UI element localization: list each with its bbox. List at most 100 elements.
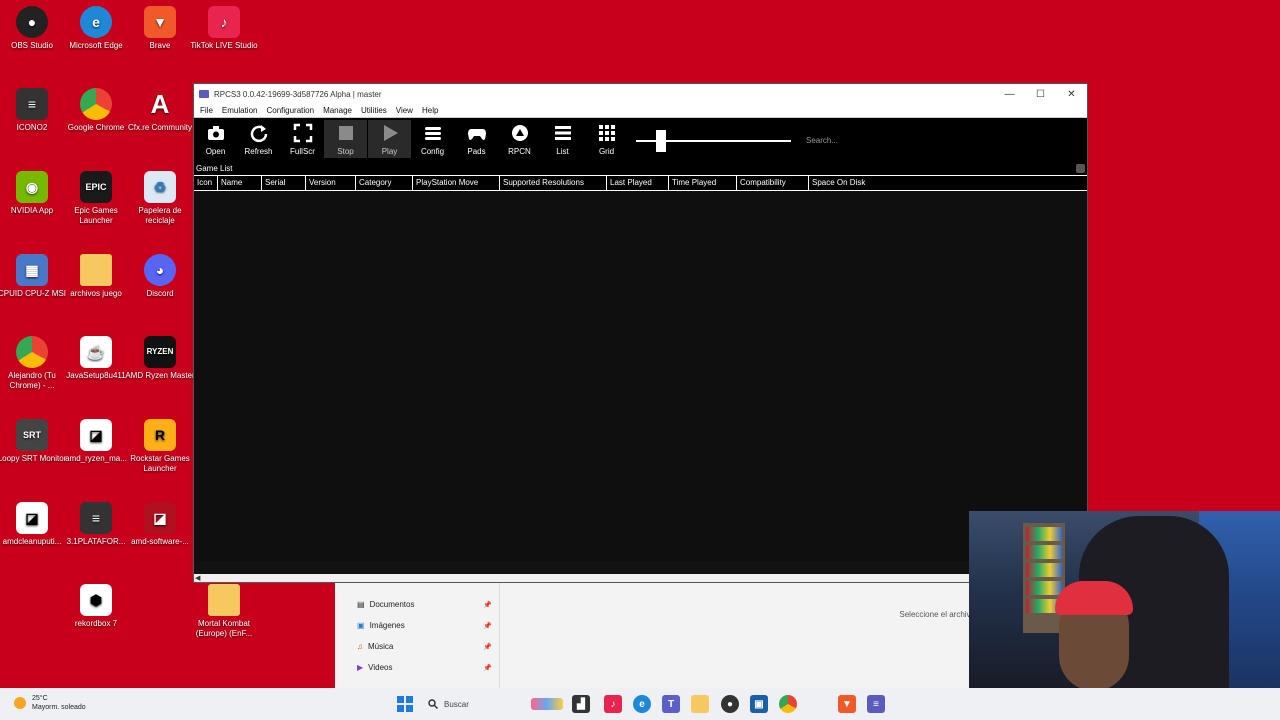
desktop-icon-java[interactable]: ☕ JavaSetup8u411 [61, 336, 131, 381]
menu-view[interactable]: View [393, 106, 419, 115]
pin-icon: 📌 [483, 601, 492, 609]
desktop-icon-chrome-profile[interactable]: Alejandro (Tu Chrome) - ... [0, 336, 67, 391]
desktop-icon-plataforma[interactable]: ≡ 3.1PLATAFOR... [61, 502, 131, 547]
nav-item-imagenes[interactable]: ▣ Imágenes 📌 [357, 621, 492, 630]
config-button[interactable]: Config [411, 120, 454, 158]
taskbar-tiktok[interactable]: ♪ [604, 695, 622, 713]
taskbar-store[interactable]: ▣ [750, 695, 768, 713]
weather-widget[interactable]: 25°C Mayorm. soleado [14, 694, 86, 712]
desktop-icon-label: archivos juego [70, 289, 122, 298]
desktop-icon-edge[interactable]: e Microsoft Edge [61, 6, 131, 51]
zip-folder-icon [208, 584, 240, 616]
desktop-icon-ryzen-master[interactable]: RYZEN AMD Ryzen Master [125, 336, 195, 381]
desktop-icon-icono2[interactable]: ≡ ICONO2 [0, 88, 67, 133]
desktop-icon-mortal-kombat[interactable]: Mortal Kombat (Europe) (EnF... [189, 584, 259, 639]
taskbar-file-explorer[interactable] [691, 695, 709, 713]
pin-icon: 📌 [483, 643, 492, 651]
grid-view-button[interactable]: Grid [585, 120, 628, 158]
stop-button[interactable]: Stop [324, 120, 367, 158]
menu-emulation[interactable]: Emulation [219, 106, 264, 115]
desktop-icon-label: amdcleanuputi... [2, 537, 62, 546]
grid-icon [598, 125, 615, 141]
desktop-icon-amdcleanup[interactable]: ◪ amdcleanuputi... [0, 502, 67, 547]
game-list-body[interactable] [194, 191, 1087, 561]
title-bar[interactable]: RPCS3 0.0.42-19699-3d587726 Alpha | mast… [194, 84, 1087, 104]
play-icon [383, 125, 398, 141]
pads-button[interactable]: Pads [455, 120, 498, 158]
open-button[interactable]: Open [194, 120, 237, 158]
desktop-icon-chrome[interactable]: Google Chrome [61, 88, 131, 133]
taskbar-task-view[interactable]: ▟ [572, 695, 590, 713]
play-button[interactable]: Play [368, 120, 411, 158]
desktop-icon-rockstar[interactable]: R Rockstar Games Launcher [125, 419, 195, 474]
teams-icon: T [667, 698, 675, 710]
list-view-button[interactable]: List [541, 120, 584, 158]
amd-icon: ◪ [16, 502, 48, 534]
scroll-left-icon[interactable]: ◀ [195, 574, 200, 582]
desktop-icon-label: Google Chrome [67, 123, 125, 132]
column-icon[interactable]: Icon [194, 176, 218, 190]
rpcn-label: RPCN [508, 147, 531, 156]
column-name[interactable]: Name [218, 176, 262, 190]
column-supported-resolutions[interactable]: Supported Resolutions [500, 176, 607, 190]
file-explorer-window: ▤ Documentos 📌 ▣ Imágenes 📌 ♫ Música 📌 ▶… [335, 578, 975, 690]
menu-utilities[interactable]: Utilities [358, 106, 393, 115]
desktop-icon-epic[interactable]: EPIC Epic Games Launcher [61, 171, 131, 226]
maximize-icon[interactable]: ☐ [1025, 89, 1056, 100]
menu-manage[interactable]: Manage [320, 106, 358, 115]
taskbar-chrome[interactable] [779, 695, 797, 713]
desktop-icon-folder-archivos[interactable]: archivos juego [61, 254, 131, 299]
nav-item-musica[interactable]: ♫ Música 📌 [357, 642, 492, 651]
column-version[interactable]: Version [306, 176, 356, 190]
taskbar-edge[interactable]: e [633, 695, 651, 713]
taskbar-teams[interactable]: T [662, 695, 680, 713]
taskbar-brave[interactable]: ▼ [838, 695, 856, 713]
desktop-icon-nvidia[interactable]: ◉ NVIDIA App [0, 171, 67, 216]
rpcs3-icon: ≡ [873, 698, 879, 710]
taskbar-rpcs3[interactable]: ≡ [867, 695, 885, 713]
taskbar-search[interactable]: Buscar [420, 694, 565, 714]
desktop-icon-cfx[interactable]: A Cfx.re Community [125, 88, 195, 133]
desktop-icon-amd-software[interactable]: ◪ amd-software-... [125, 502, 195, 547]
column-space-on-disk[interactable]: Space On Disk [809, 176, 1087, 190]
desktop-icon-label: rekordbox 7 [74, 619, 118, 628]
edge-icon: e [639, 698, 645, 710]
horizontal-scrollbar[interactable]: ◀ [194, 574, 1087, 582]
menu-file[interactable]: File [197, 106, 219, 115]
desktop-icon-obs-studio[interactable]: ● OBS Studio [0, 6, 67, 51]
desktop-icon-rekordbox[interactable]: ⬢ rekordbox 7 [61, 584, 131, 629]
plataforma-icon: ≡ [80, 502, 112, 534]
column-last-played[interactable]: Last Played [607, 176, 669, 190]
rpcn-button[interactable]: RPCN [498, 120, 541, 158]
srt-icon: SRT [16, 419, 48, 451]
menu-help[interactable]: Help [419, 106, 444, 115]
taskbar-obs[interactable]: ● [721, 695, 739, 713]
desktop-icon-amd-ryzen[interactable]: ◪ amd_ryzen_ma... [61, 419, 131, 464]
nav-item-label: Documentos [369, 600, 415, 609]
desktop-icon-discord[interactable]: ◕ Discord [125, 254, 195, 299]
icon-size-slider-handle[interactable] [656, 130, 666, 152]
column-playstation-move[interactable]: PlayStation Move [413, 176, 500, 190]
start-button[interactable] [396, 695, 414, 713]
fullscreen-button[interactable]: FullScr [281, 120, 324, 158]
desktop-icon-cpuz[interactable]: ▦ CPUID CPU-Z MSI [0, 254, 67, 299]
desktop-icon-loopy-srt[interactable]: SRT Loopy SRT Monitor [0, 419, 67, 464]
menu-configuration[interactable]: Configuration [263, 106, 320, 115]
column-serial[interactable]: Serial [262, 176, 306, 190]
discord-icon: ◕ [144, 254, 176, 286]
desktop-icon-brave[interactable]: ▼ Brave [125, 6, 195, 51]
dock-float-icon[interactable] [1076, 164, 1085, 173]
column-compatibility[interactable]: Compatibility [737, 176, 809, 190]
desktop-icon-tiktok-live[interactable]: ♪ TikTok LIVE Studio [189, 6, 259, 51]
desktop-icon-recycle-bin[interactable]: ♻ Papelera de reciclaje [125, 171, 195, 226]
column-time-played[interactable]: Time Played [669, 176, 737, 190]
close-icon[interactable]: ✕ [1056, 89, 1087, 100]
nav-item-videos[interactable]: ▶ Videos 📌 [357, 663, 492, 672]
gamepad-icon [467, 129, 486, 140]
search-input[interactable] [806, 132, 926, 148]
refresh-icon [250, 125, 267, 143]
refresh-button[interactable]: Refresh [237, 120, 280, 158]
column-category[interactable]: Category [356, 176, 413, 190]
minimize-icon[interactable]: — [994, 89, 1025, 100]
nav-item-documentos[interactable]: ▤ Documentos 📌 [357, 600, 492, 609]
